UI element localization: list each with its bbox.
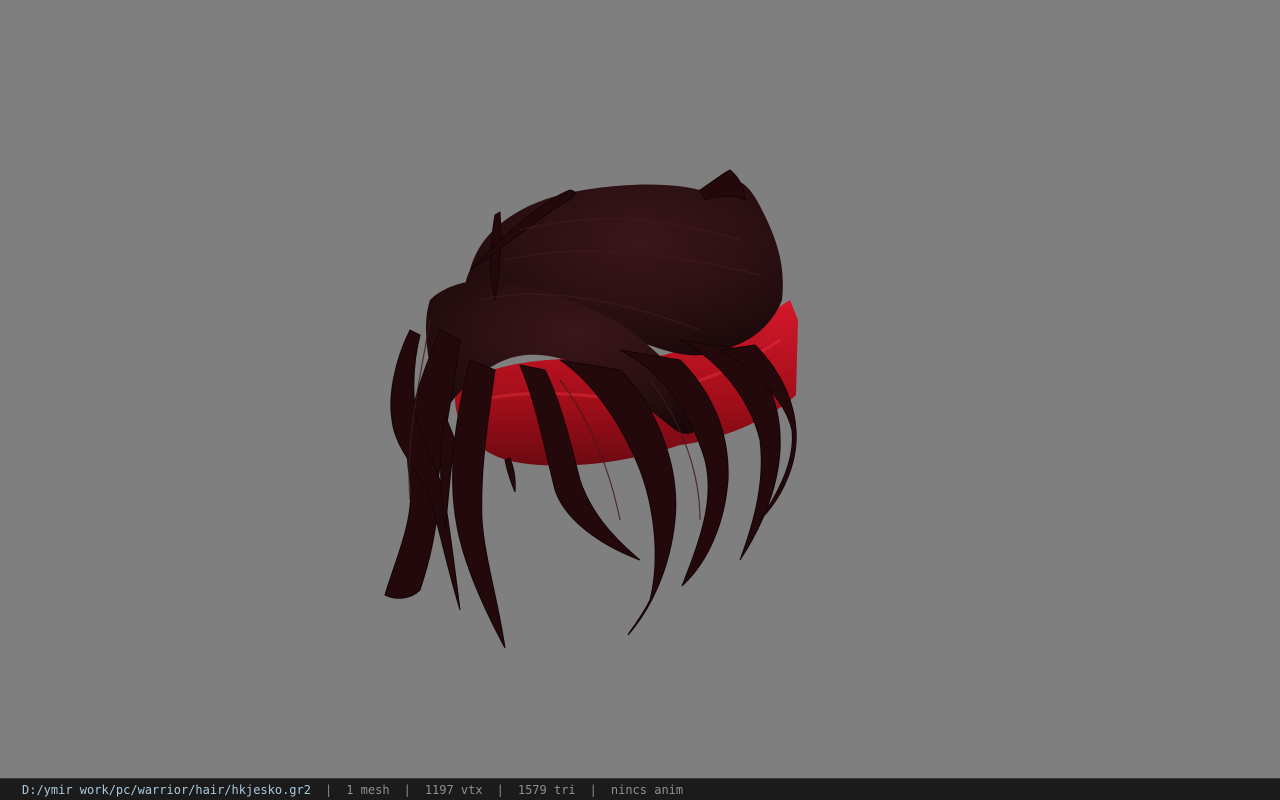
status-separator: |	[324, 782, 333, 797]
vertex-count-label: 1197 vtx	[424, 782, 483, 797]
status-separator: |	[496, 782, 504, 797]
status-bar: D:/ymir work/pc/warrior/hair/hkjesko.gr2…	[0, 778, 1280, 800]
animation-status-label: nincs anim	[610, 782, 684, 797]
triangle-count-label: 1579 tri	[517, 782, 576, 797]
status-separator: |	[403, 782, 411, 797]
3d-viewport[interactable]	[0, 0, 1280, 778]
status-separator: |	[589, 782, 597, 797]
hair-model-render	[384, 169, 798, 649]
mesh-count-label: 1 mesh	[346, 782, 390, 797]
file-path-label: D:/ymir work/pc/warrior/hair/hkjesko.gr2	[22, 782, 311, 797]
